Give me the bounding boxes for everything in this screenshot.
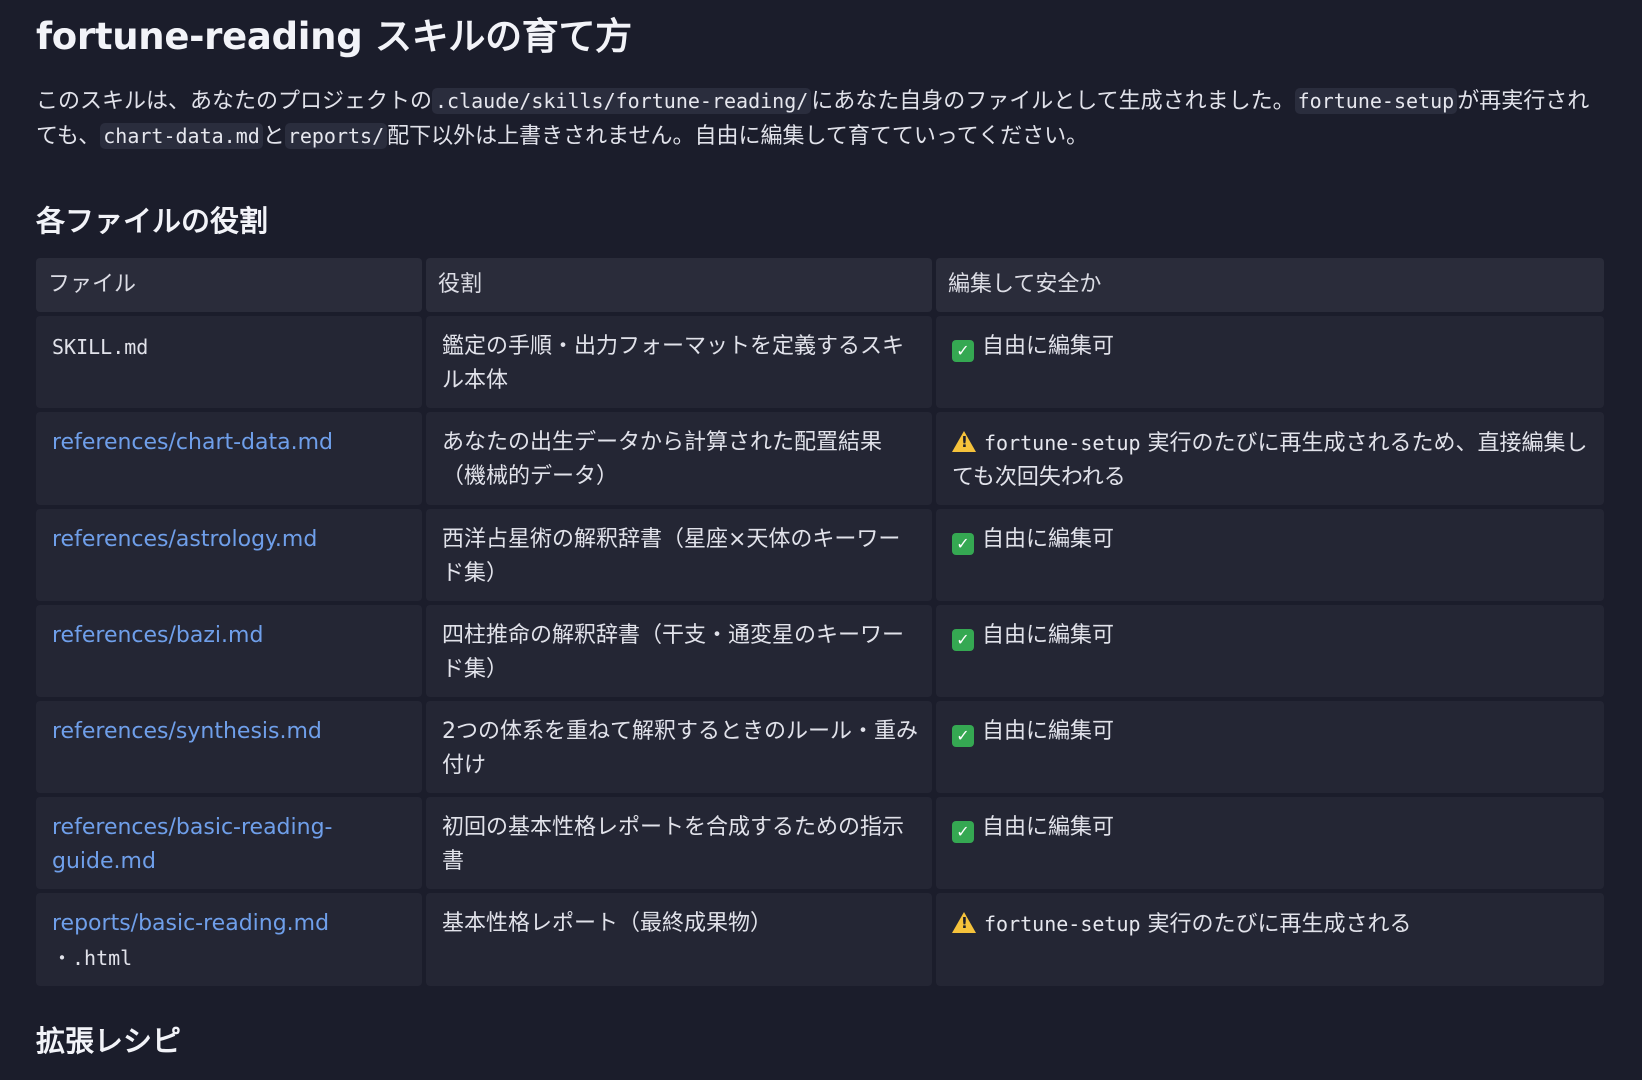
table-row: references/basic-reading-guide.md 初回の基本性…: [36, 797, 1604, 889]
table-row: SKILL.md 鑑定の手順・出力フォーマットを定義するスキル本体 ✓ 自由に編集…: [36, 316, 1604, 408]
table-row: references/chart-data.md あなたの出生データから計算され…: [36, 412, 1604, 505]
role-cell: 四柱推命の解釈辞書（干支・通変星のキーワード集）: [426, 605, 932, 697]
intro-paragraph: このスキルは、あなたのプロジェクトの .claude/skills/fortune…: [36, 88, 1590, 149]
fortune-setup-code: fortune-setup: [1294, 88, 1458, 114]
check-box-icon: ✓: [952, 533, 974, 555]
table-row: references/bazi.md 四柱推命の解釈辞書（干支・通変星のキーワー…: [36, 605, 1604, 697]
check-box-icon: ✓: [952, 725, 974, 747]
safe-cell: ✓ 自由に編集可: [936, 605, 1604, 697]
file-cell: reports/basic-reading.md ・.html: [36, 893, 422, 986]
safe-cell: fortune-setup 実行のたびに再生成されるため、直接編集しても次回失わ…: [936, 412, 1604, 505]
reports-code: reports/: [284, 123, 388, 149]
file-link-chart-data[interactable]: references/chart-data.md: [52, 430, 333, 455]
warning-icon: [952, 912, 976, 933]
table-header-row: ファイル 役割 編集して安全か: [36, 258, 1604, 312]
safe-cell: ✓ 自由に編集可: [936, 316, 1604, 408]
skill-path-code: .claude/skills/fortune-reading/: [432, 88, 812, 114]
check-box-icon: ✓: [952, 340, 974, 362]
safe-cell: ✓ 自由に編集可: [936, 509, 1604, 601]
fortune-setup-code: fortune-setup: [984, 912, 1141, 936]
role-cell: 初回の基本性格レポートを合成するための指示書: [426, 797, 932, 889]
header-safe: 編集して安全か: [936, 258, 1604, 312]
table-row: references/synthesis.md 2つの体系を重ねて解釈するときの…: [36, 701, 1604, 793]
safe-cell: ✓ 自由に編集可: [936, 701, 1604, 793]
page-title: fortune-reading スキルの育て方: [36, 15, 632, 58]
file-roles-table: ファイル 役割 編集して安全か SKILL.md 鑑定の手順・出力フォーマットを…: [32, 254, 1608, 990]
header-role: 役割: [426, 258, 932, 312]
file-link-synthesis[interactable]: references/synthesis.md: [52, 719, 322, 744]
fortune-setup-code: fortune-setup: [984, 431, 1141, 455]
role-cell: 2つの体系を重ねて解釈するときのルール・重み付け: [426, 701, 932, 793]
file-name: SKILL.md: [52, 335, 149, 359]
file-cell: references/astrology.md: [36, 509, 422, 601]
section-heading-recipes: 拡張レシピ: [36, 1024, 182, 1058]
check-box-icon: ✓: [952, 821, 974, 843]
role-cell: 鑑定の手順・出力フォーマットを定義するスキル本体: [426, 316, 932, 408]
check-box-icon: ✓: [952, 629, 974, 651]
header-file: ファイル: [36, 258, 422, 312]
safe-cell: ✓ 自由に編集可: [936, 797, 1604, 889]
role-cell: 基本性格レポート（最終成果物）: [426, 893, 932, 986]
file-link-basic-reading[interactable]: reports/basic-reading.md: [52, 911, 329, 936]
file-link-basic-reading-guide[interactable]: references/basic-reading-guide.md: [52, 815, 332, 874]
table-row: reports/basic-reading.md ・.html 基本性格レポート（…: [36, 893, 1604, 986]
role-cell: 西洋占星術の解釈辞書（星座×天体のキーワード集）: [426, 509, 932, 601]
file-cell: references/basic-reading-guide.md: [36, 797, 422, 889]
file-link-astrology[interactable]: references/astrology.md: [52, 527, 317, 552]
role-cell: あなたの出生データから計算された配置結果（機械的データ）: [426, 412, 932, 505]
safe-cell: fortune-setup 実行のたびに再生成される: [936, 893, 1604, 986]
file-link-bazi[interactable]: references/bazi.md: [52, 623, 263, 648]
file-cell: references/bazi.md: [36, 605, 422, 697]
table-row: references/astrology.md 西洋占星術の解釈辞書（星座×天体…: [36, 509, 1604, 601]
file-cell: references/synthesis.md: [36, 701, 422, 793]
section-heading-file-roles: 各ファイルの役割: [36, 204, 269, 238]
file-cell: references/chart-data.md: [36, 412, 422, 505]
warning-icon: [952, 431, 976, 452]
chart-data-code: chart-data.md: [100, 123, 263, 149]
file-cell: SKILL.md: [36, 316, 422, 408]
file-extension-html: ・.html: [52, 946, 133, 970]
